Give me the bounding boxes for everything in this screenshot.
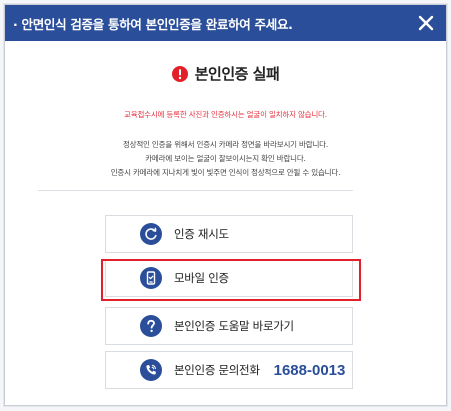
phone-icon bbox=[140, 359, 162, 381]
auth-contact-button[interactable]: 본인인증 문의전화 1688-0013 bbox=[105, 351, 353, 389]
auth-contact-label: 본인인증 문의전화 bbox=[174, 363, 260, 377]
alert-icon bbox=[171, 65, 188, 82]
auth-help-label: 본인인증 도움말 바로가기 bbox=[174, 319, 294, 333]
guide-line: 인증시 카메라에 지나치게 빛이 빛주면 인식이 정상적으로 안될 수 있습니다… bbox=[110, 168, 341, 177]
divider bbox=[38, 190, 353, 191]
auth-help-button[interactable]: 본인인증 도움말 바로가기 bbox=[105, 307, 353, 345]
question-icon bbox=[140, 315, 162, 337]
dialog-header: · 안면인식 검증을 통하여 본인인증을 완료하여 주세요. bbox=[5, 5, 446, 41]
close-icon[interactable] bbox=[416, 13, 436, 33]
guide-line: 정상적인 인증을 위해서 인증시 카메라 정면을 바라보시기 바랍니다. bbox=[122, 140, 329, 149]
status-text: 본인인증 실패 bbox=[194, 65, 280, 83]
status-heading: 본인인증 실패 bbox=[5, 63, 446, 84]
auth-failure-dialog: · 안면인식 검증을 통하여 본인인증을 완료하여 주세요. 본인인증 실패 교… bbox=[4, 4, 447, 406]
contact-phone-number: 1688-0013 bbox=[273, 361, 346, 379]
retry-icon bbox=[140, 223, 162, 245]
guide-line: 카메라에 보이는 얼굴이 잘보이시는지 확인 바랍니다. bbox=[145, 154, 306, 163]
retry-auth-button[interactable]: 인증 재시도 bbox=[105, 215, 353, 253]
highlight-box bbox=[101, 259, 361, 301]
dialog-title: · 안면인식 검증을 통하여 본인인증을 완료하여 주세요. bbox=[13, 16, 293, 32]
retry-auth-label: 인증 재시도 bbox=[174, 227, 229, 241]
error-message: 교육접수시에 등록한 사진과 인증하시는 얼굴이 일치하지 않습니다. bbox=[124, 110, 327, 119]
